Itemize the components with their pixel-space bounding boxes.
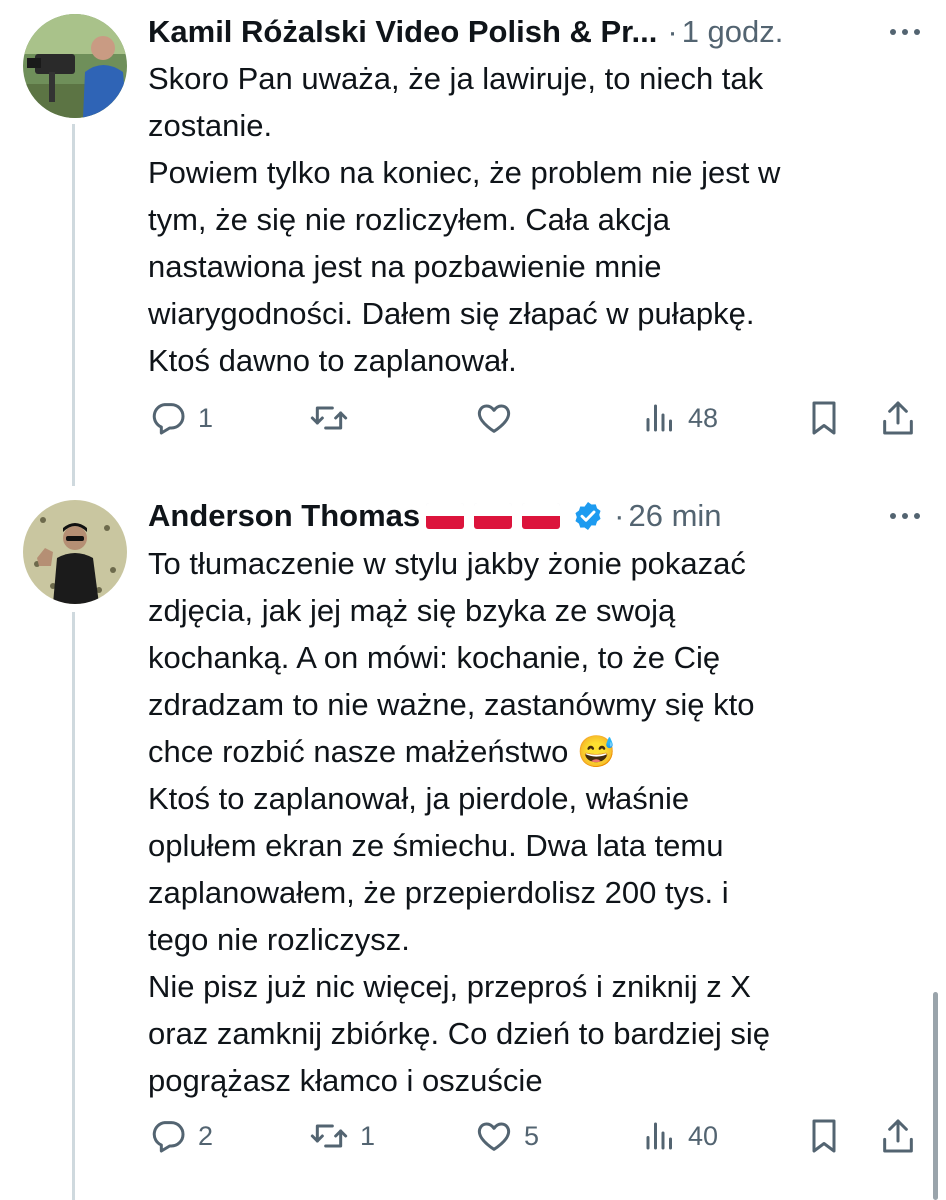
views-button[interactable]: 40 (642, 1116, 718, 1156)
repost-button[interactable]: 1 (308, 1116, 375, 1156)
reply-icon (152, 403, 185, 435)
tweet-text-line: zaplanowałem, że przepierdolisz 200 tys.… (148, 875, 729, 910)
view-count: 40 (688, 1120, 719, 1151)
view-count: 48 (688, 402, 719, 433)
like-button[interactable] (474, 398, 524, 438)
action-bar: 2 1 5 40 (148, 1114, 920, 1158)
tweet-text-line: zdjęcia, jak jej mąż się bzyka ze swoją (148, 593, 676, 628)
heart-icon (477, 1122, 511, 1151)
verified-badge-icon[interactable] (572, 500, 604, 532)
more-options-icon[interactable] (890, 512, 920, 520)
tweet-text-line: oraz zamknij zbiórkę. Co dzień to bardzi… (148, 1016, 770, 1051)
tweet-text-line: oplułem ekran ze śmiechu. Dwa lata temu (148, 828, 724, 863)
analytics-icon (646, 404, 672, 432)
scrollbar[interactable] (933, 992, 938, 1200)
repost-button[interactable] (308, 398, 360, 438)
tweet-text-line: Nie pisz już nic więcej, przeproś i znik… (148, 969, 751, 1004)
analytics-icon (646, 1122, 672, 1150)
separator: · (667, 14, 678, 49)
tweet-text-line: nastawiona jest na pozbawienie mnie (148, 249, 662, 284)
share-button[interactable] (878, 1116, 918, 1156)
repost-icon (310, 1124, 348, 1148)
tweet-header: Kamil Różalski Video Polish & Pr... · 1 … (148, 12, 783, 52)
tweet-text: Skoro Pan uważa, że ja lawiruje, to niec… (148, 55, 908, 384)
avatar[interactable] (23, 500, 127, 604)
repost-icon (310, 406, 348, 430)
tweet-text-line: Ktoś to zaplanował, ja pierdole, właśnie (148, 781, 690, 816)
bookmark-button[interactable] (804, 1116, 844, 1156)
share-icon (883, 1119, 913, 1153)
reply-count: 2 (198, 1120, 214, 1151)
timestamp[interactable]: 1 godz. (682, 14, 784, 50)
tweet-text-line: zostanie. (148, 108, 273, 143)
separator: · (614, 498, 625, 533)
tweet-text-line: tego nie rozliczysz. (148, 922, 410, 957)
bookmark-icon (812, 401, 836, 435)
thread-line-top (72, 124, 75, 486)
timestamp[interactable]: 26 min (628, 498, 721, 534)
views-button[interactable]: 48 (642, 398, 718, 438)
reply-button[interactable]: 1 (148, 398, 213, 438)
tweet-text-line: tym, że się nie rozliczyłem. Cała akcja (148, 202, 670, 237)
bookmark-icon (812, 1119, 836, 1153)
author-name[interactable]: Anderson Thomas (148, 498, 420, 534)
bookmark-button[interactable] (804, 398, 844, 438)
poland-flag-icon (474, 503, 513, 529)
more-options-icon[interactable] (890, 28, 920, 36)
tweet-text-line: chce rozbić nasze małżeństwo 😅 (148, 734, 616, 769)
tweet-text-line: Skoro Pan uważa, że ja lawiruje, to niec… (148, 61, 764, 96)
tweet-text-line: zdradzam to nie ważne, zastanówmy się kt… (148, 687, 755, 722)
reply-icon (152, 1121, 185, 1153)
tweet-text-line: kochanką. A on mówi: kochanie, to że Cię (148, 640, 721, 675)
share-icon (883, 401, 913, 435)
tweet-text-line: pogrążasz kłamco i oszuście (148, 1063, 543, 1098)
author-name[interactable]: Kamil Różalski Video Polish & Pr... (148, 14, 657, 50)
tweet-text: To tłumaczenie w stylu jakby żonie pokaz… (148, 540, 908, 1104)
heart-icon (477, 404, 511, 433)
poland-flag-icon (522, 503, 561, 529)
share-button[interactable] (878, 398, 918, 438)
tweet-header: Anderson Thomas · 26 min (148, 496, 722, 536)
poland-flag-icon (426, 503, 465, 529)
reply-button[interactable]: 2 (148, 1116, 213, 1156)
like-button[interactable]: 5 (474, 1116, 539, 1156)
like-count: 5 (524, 1120, 540, 1151)
tweet-text-line: Powiem tylko na koniec, że problem nie j… (148, 155, 781, 190)
tweet-text-line: Ktoś dawno to zaplanował. (148, 343, 517, 378)
repost-count: 1 (360, 1120, 376, 1151)
tweet-text-line: wiarygodności. Dałem się złapać w pułapk… (148, 296, 755, 331)
thread-line-bottom (72, 612, 75, 1200)
tweet-text-line: To tłumaczenie w stylu jakby żonie pokaz… (148, 546, 746, 581)
reply-count: 1 (198, 402, 214, 433)
avatar[interactable] (23, 14, 127, 118)
action-bar: 1 48 (148, 396, 920, 440)
poland-flag-icons (426, 503, 561, 529)
